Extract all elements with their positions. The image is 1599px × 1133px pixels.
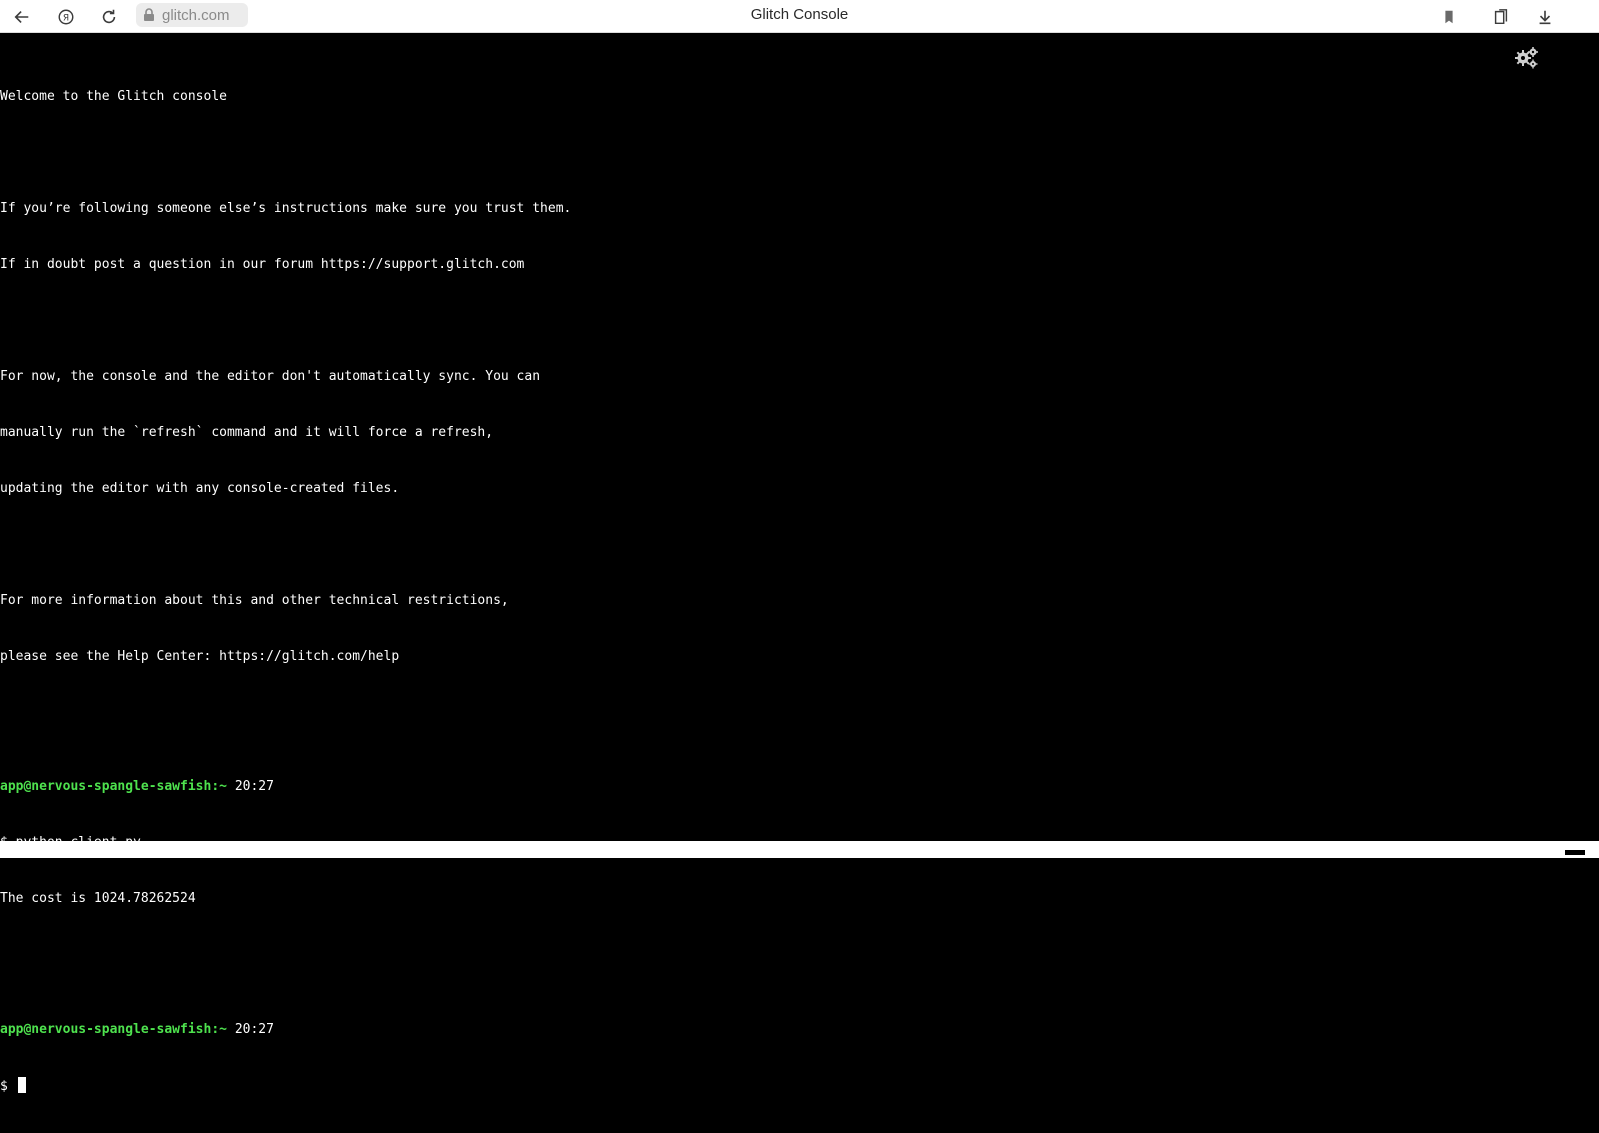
lock-icon xyxy=(144,8,154,21)
collections-icon[interactable] xyxy=(1488,4,1514,30)
gears-icon[interactable] xyxy=(1514,45,1540,71)
prompt-line: app@nervous-spangle-sawfish:~ 20:27 xyxy=(0,778,571,797)
browser-toolbar: Я glitch.com Glitch Console xyxy=(0,0,1599,33)
command-output: The cost is 1024.78262524 xyxy=(0,891,196,907)
reload-icon[interactable] xyxy=(96,4,122,30)
terminal-line: Welcome to the Glitch console xyxy=(0,89,227,105)
prompt-time: 20:27 xyxy=(234,1021,274,1037)
terminal-line: For now, the console and the editor don'… xyxy=(0,369,541,385)
console-terminal[interactable]: Welcome to the Glitch console If you’re … xyxy=(0,33,1599,1094)
prompt-line: app@nervous-spangle-sawfish:~ 20:27 xyxy=(0,1021,571,1040)
prompt-user: app@nervous-spangle-sawfish: xyxy=(0,779,220,795)
prompt-user: app@nervous-spangle-sawfish: xyxy=(0,1021,220,1037)
download-icon[interactable] xyxy=(1532,4,1558,30)
terminal-line: If in doubt post a question in our forum… xyxy=(0,257,525,273)
address-bar[interactable]: glitch.com xyxy=(136,3,248,27)
yandex-icon[interactable]: Я xyxy=(53,4,79,30)
active-command-line[interactable]: $ xyxy=(0,1076,571,1096)
terminal-line: please see the Help Center: https://glit… xyxy=(0,648,400,664)
prompt-dir: ~ xyxy=(219,1021,227,1037)
url-text: glitch.com xyxy=(162,6,230,24)
bookmark-icon[interactable] xyxy=(1436,4,1462,30)
svg-text:Я: Я xyxy=(63,14,69,24)
prompt-dir: ~ xyxy=(219,779,227,795)
terminal-line: updating the editor with any console-cre… xyxy=(0,480,400,496)
terminal-line: manually run the `refresh` command and i… xyxy=(0,425,494,441)
terminal-line: If you’re following someone else’s instr… xyxy=(0,201,572,217)
terminal-line: For more information about this and othe… xyxy=(0,592,509,608)
command-prompt: $ xyxy=(0,1078,16,1094)
bottom-bar xyxy=(0,841,1599,858)
scroll-indicator[interactable] xyxy=(1565,850,1585,855)
terminal-output: Welcome to the Glitch console If you’re … xyxy=(0,51,571,1133)
terminal-cursor xyxy=(17,1076,26,1093)
prompt-time: 20:27 xyxy=(234,779,274,795)
back-arrow-icon[interactable] xyxy=(9,4,35,30)
